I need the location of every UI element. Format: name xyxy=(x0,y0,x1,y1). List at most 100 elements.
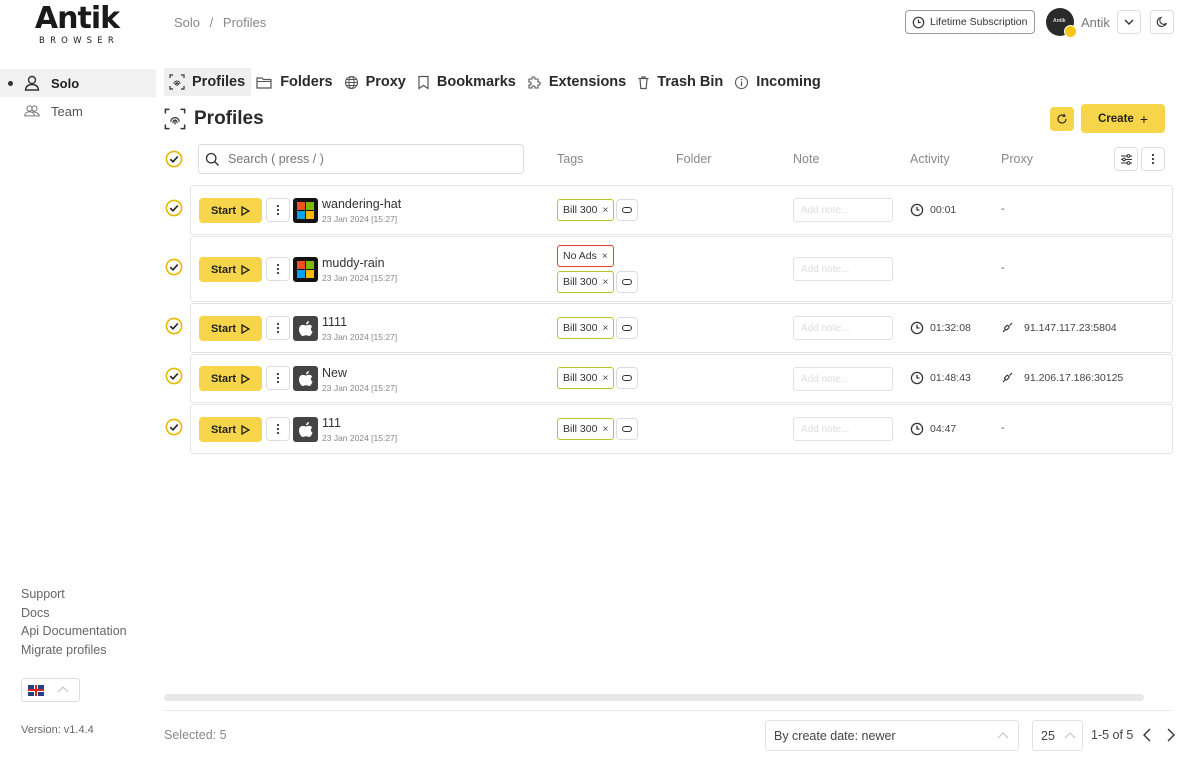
note-input[interactable] xyxy=(793,367,893,391)
logo-main-text: Antik xyxy=(34,1,120,36)
docs-link[interactable]: Docs xyxy=(21,604,127,623)
start-button[interactable]: Start xyxy=(199,417,262,442)
apple-icon xyxy=(293,316,318,341)
table-more-button[interactable] xyxy=(1141,147,1165,171)
profile-name[interactable]: 111 xyxy=(322,416,341,430)
add-tag-button[interactable] xyxy=(616,271,638,293)
row-menu-button[interactable] xyxy=(266,316,290,340)
column-header-folder[interactable]: Folder xyxy=(676,152,711,166)
tag-chip[interactable]: Bill 300 × xyxy=(557,418,615,440)
app-logo[interactable]: Antik BROWSER xyxy=(28,1,126,47)
row-checkbox[interactable] xyxy=(165,258,183,276)
subscription-button[interactable]: Lifetime Subscription xyxy=(905,10,1035,34)
horizontal-scrollbar[interactable] xyxy=(164,694,1144,701)
table-row[interactable]: Start wandering-hat 23 Jan 2024 [15:27] … xyxy=(190,185,1173,235)
profile-name[interactable]: muddy-rain xyxy=(322,256,385,270)
row-menu-button[interactable] xyxy=(266,417,290,441)
add-tag-button[interactable] xyxy=(616,418,638,440)
refresh-button[interactable] xyxy=(1050,107,1074,131)
tab-label: Bookmarks xyxy=(436,74,516,90)
add-tag-button[interactable] xyxy=(616,317,638,339)
user-icon xyxy=(23,74,41,92)
next-page-button[interactable] xyxy=(1164,726,1178,744)
support-link[interactable]: Support xyxy=(21,585,127,604)
windows-icon xyxy=(293,198,318,223)
tab-incoming[interactable]: Incoming xyxy=(729,68,826,96)
user-menu-button[interactable] xyxy=(1117,10,1141,34)
activity-cell: 04:47 xyxy=(910,422,956,436)
avatar-text: Antik xyxy=(1053,18,1066,24)
row-checkbox[interactable] xyxy=(165,199,183,217)
table-row[interactable]: Start 111 23 Jan 2024 [15:27] Bill 300 × … xyxy=(190,404,1173,454)
language-select[interactable] xyxy=(21,678,80,702)
row-menu-button[interactable] xyxy=(266,257,290,281)
tag-chip[interactable]: Bill 300 × xyxy=(557,271,615,293)
api-documentation-link[interactable]: Api Documentation xyxy=(21,622,127,641)
profile-name[interactable]: New xyxy=(322,366,347,380)
column-header-proxy[interactable]: Proxy xyxy=(1001,152,1033,166)
tab-proxy[interactable]: Proxy xyxy=(339,68,412,96)
prev-page-button[interactable] xyxy=(1140,726,1154,744)
add-tag-button[interactable] xyxy=(616,367,638,389)
column-settings-button[interactable] xyxy=(1114,147,1138,171)
activity-cell: 01:32:08 xyxy=(910,321,971,335)
per-page-select[interactable]: 25 xyxy=(1032,720,1083,751)
column-header-tags[interactable]: Tags xyxy=(557,152,583,166)
note-input[interactable] xyxy=(793,316,893,340)
row-menu-button[interactable] xyxy=(266,198,290,222)
tag-chip[interactable]: Bill 300 × xyxy=(557,367,615,389)
row-checkbox[interactable] xyxy=(165,418,183,436)
start-button[interactable]: Start xyxy=(199,366,262,391)
remove-tag-icon[interactable]: × xyxy=(602,251,608,262)
tab-profiles[interactable]: Profiles xyxy=(164,68,252,96)
start-button[interactable]: Start xyxy=(199,198,262,223)
profile-date: 23 Jan 2024 [15:27] xyxy=(322,433,398,443)
table-row[interactable]: Start New 23 Jan 2024 [15:27] Bill 300 × … xyxy=(190,354,1173,403)
create-profile-button[interactable]: Create + xyxy=(1081,104,1165,133)
sidebar-item-team[interactable]: Team xyxy=(0,97,156,125)
tab-bookmarks[interactable]: Bookmarks xyxy=(412,68,522,96)
tab-label: Proxy xyxy=(365,74,406,90)
profile-name[interactable]: wandering-hat xyxy=(322,197,401,211)
tab-extensions[interactable]: Extensions xyxy=(522,68,632,96)
note-input[interactable] xyxy=(793,257,893,281)
remove-tag-icon[interactable]: × xyxy=(602,323,608,334)
note-input[interactable] xyxy=(793,198,893,222)
avatar[interactable]: Antik xyxy=(1046,8,1077,38)
tab-folders[interactable]: Folders xyxy=(251,68,338,96)
remove-tag-icon[interactable]: × xyxy=(602,277,608,288)
row-checkbox[interactable] xyxy=(165,367,183,385)
activity-time: 01:32:08 xyxy=(930,322,971,334)
tag-chip[interactable]: No Ads × xyxy=(557,245,614,267)
table-row[interactable]: Start 1111 23 Jan 2024 [15:27] Bill 300 ×… xyxy=(190,303,1173,353)
tag-chip[interactable]: Bill 300 × xyxy=(557,199,615,221)
row-menu-button[interactable] xyxy=(266,366,290,390)
tag-chip[interactable]: Bill 300 × xyxy=(557,317,615,339)
refresh-icon xyxy=(1057,113,1067,124)
remove-tag-icon[interactable]: × xyxy=(602,424,608,435)
tab-trash-bin[interactable]: Trash Bin xyxy=(632,68,729,96)
start-button[interactable]: Start xyxy=(199,316,262,341)
proxy-link-icon xyxy=(1001,321,1014,334)
tag-icon xyxy=(622,207,632,213)
remove-tag-icon[interactable]: × xyxy=(602,373,608,384)
column-header-activity[interactable]: Activity xyxy=(910,152,950,166)
theme-toggle-button[interactable] xyxy=(1150,10,1174,34)
search-box[interactable] xyxy=(198,144,524,174)
remove-tag-icon[interactable]: × xyxy=(602,205,608,216)
migrate-profiles-link[interactable]: Migrate profiles xyxy=(21,641,127,660)
sidebar-item-solo[interactable]: Solo xyxy=(0,69,156,97)
table-row[interactable]: Start muddy-rain 23 Jan 2024 [15:27] No … xyxy=(190,236,1173,302)
sort-select[interactable]: By create date: newer xyxy=(765,720,1019,751)
start-button[interactable]: Start xyxy=(199,257,262,282)
column-header-note[interactable]: Note xyxy=(793,152,819,166)
search-input[interactable] xyxy=(228,152,508,166)
profile-name[interactable]: 1111 xyxy=(322,315,347,329)
note-input[interactable] xyxy=(793,417,893,441)
row-checkbox[interactable] xyxy=(165,317,183,335)
users-icon xyxy=(23,102,41,120)
breadcrumb-solo[interactable]: Solo xyxy=(174,15,200,30)
user-name[interactable]: Antik xyxy=(1081,15,1110,30)
add-tag-button[interactable] xyxy=(616,199,638,221)
select-all-checkbox[interactable] xyxy=(165,150,183,168)
